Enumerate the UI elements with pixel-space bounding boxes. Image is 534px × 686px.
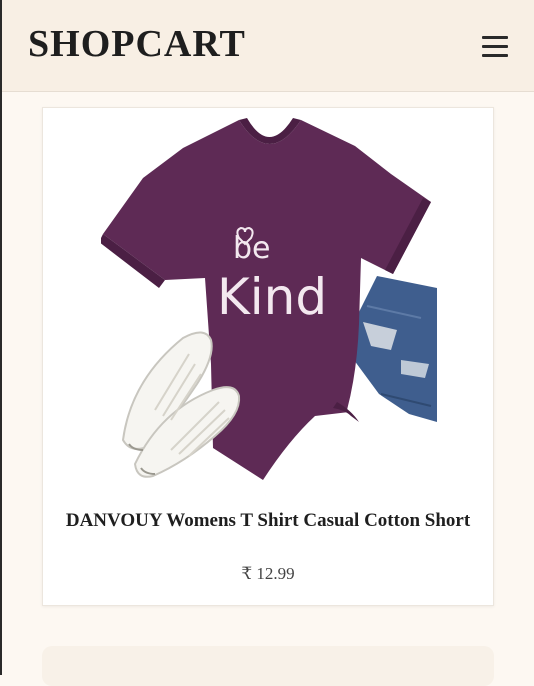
hamburger-menu-icon[interactable]: [482, 34, 508, 60]
product-card[interactable]: be Kind DANVOUY Womens T Shirt Casual Co…: [42, 107, 494, 606]
shopcart-logo[interactable]: SHOPCART: [28, 22, 246, 66]
product-title[interactable]: DANVOUY Womens T Shirt Casual Cotton Sho…: [63, 509, 473, 532]
product-price: ₹ 12.99: [241, 564, 295, 583]
svg-text:Kind: Kind: [217, 268, 327, 326]
product-tshirt-image[interactable]: be Kind: [101, 110, 437, 486]
page-left-border: [0, 0, 2, 675]
site-header: SHOPCART: [2, 0, 534, 92]
jeans-graphic: [351, 276, 437, 422]
next-product-card-partial[interactable]: [42, 646, 494, 686]
